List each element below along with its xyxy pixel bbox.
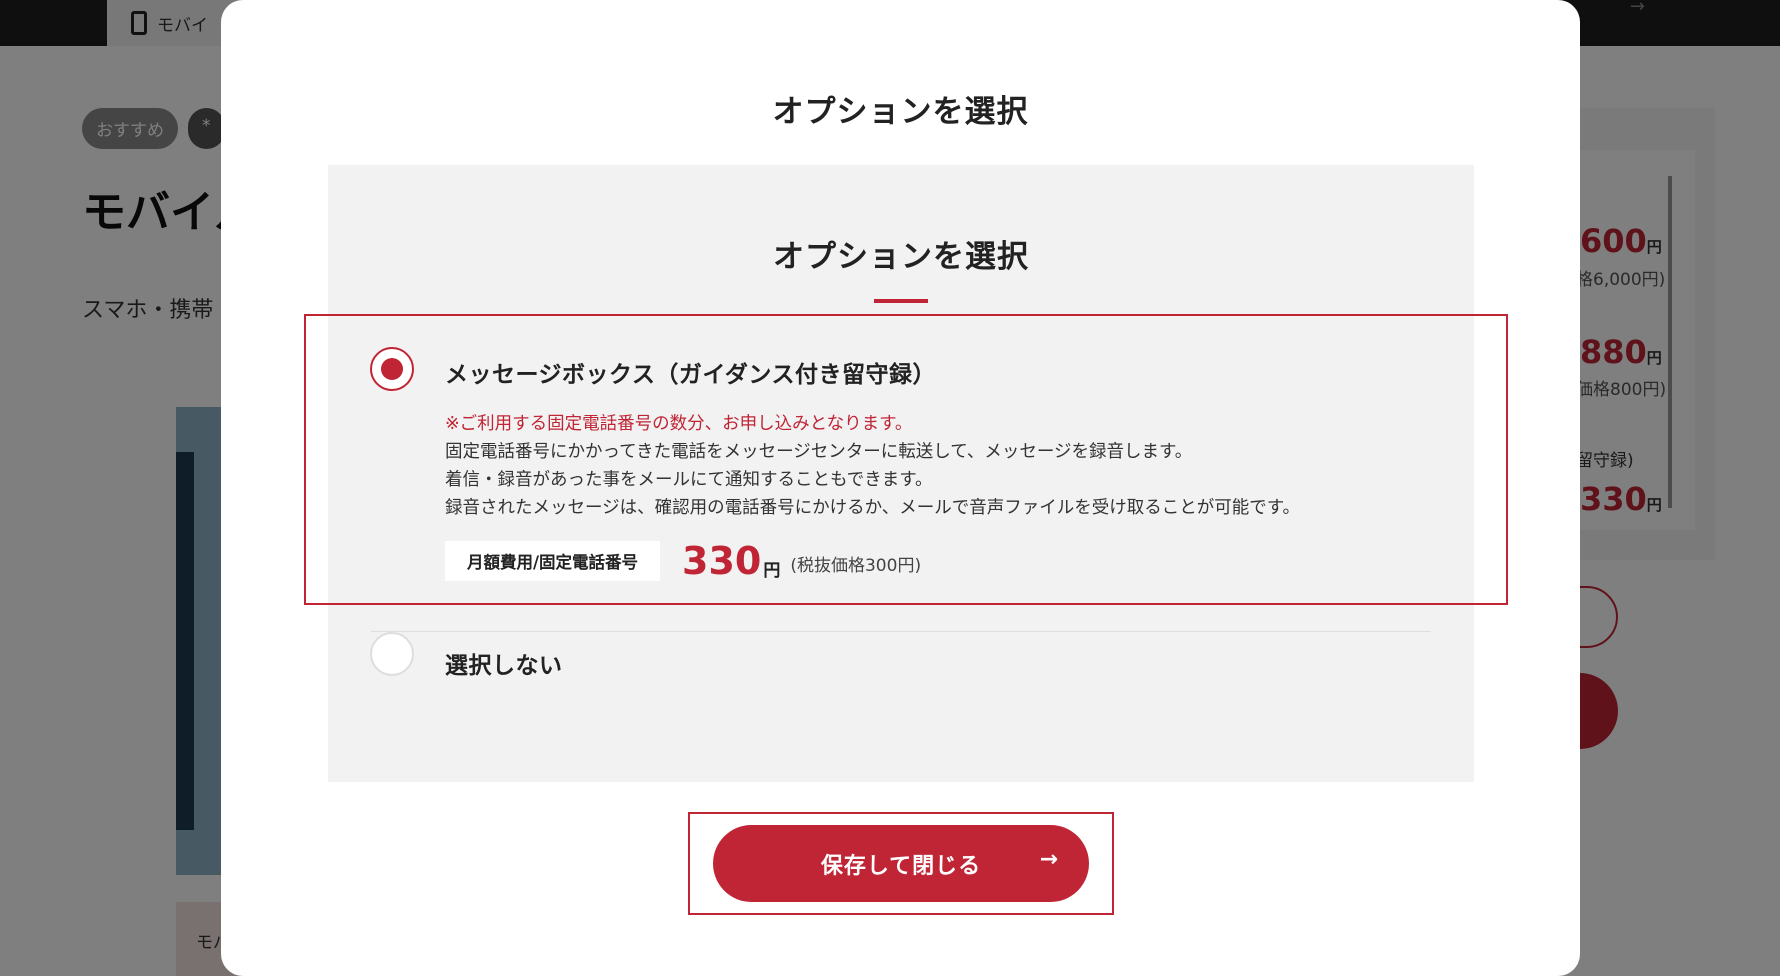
modal-title: オプションを選択	[772, 94, 1029, 130]
options-title: オプションを選択	[773, 239, 1029, 275]
save-button-label: 保存して閉じる	[820, 853, 982, 879]
selected-option-highlight	[304, 314, 1508, 605]
title-underline	[874, 299, 928, 303]
arrow-right-icon: →	[1039, 847, 1059, 872]
radio-none[interactable]	[370, 632, 414, 676]
option-label[interactable]: 選択しない	[445, 646, 563, 680]
option-none[interactable]: 選択しない	[328, 620, 1474, 730]
save-and-close-button[interactable]: 保存して閉じる →	[713, 825, 1089, 902]
